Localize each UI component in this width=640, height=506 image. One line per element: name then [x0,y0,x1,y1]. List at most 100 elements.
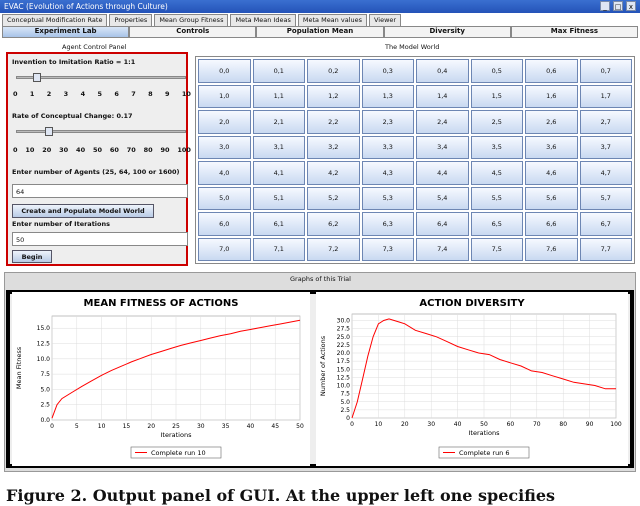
world-cell[interactable]: 7,1 [252,237,305,261]
change-rate-slider[interactable] [16,127,186,136]
world-cell[interactable]: 4,7 [579,161,632,185]
world-cell[interactable]: 6,6 [525,212,578,236]
world-cell[interactable]: 2,3 [361,110,414,134]
tab-population-mean[interactable]: Population Mean [256,26,384,38]
chart-title: ACTION DIVERSITY [419,298,525,309]
world-cell[interactable]: 3,6 [525,135,578,159]
world-cell[interactable]: 1,7 [579,84,632,108]
world-cell[interactable]: 7,3 [361,237,414,261]
world-cell[interactable]: 0,0 [198,59,251,83]
x-tick-label: 80 [559,421,567,428]
world-cell[interactable]: 0,1 [252,59,305,83]
world-cell[interactable]: 2,2 [307,110,360,134]
world-cell[interactable]: 6,5 [470,212,523,236]
world-cell[interactable]: 3,4 [416,135,469,159]
begin-button[interactable]: Begin [12,250,52,263]
world-cell[interactable]: 7,5 [470,237,523,261]
world-cell[interactable]: 1,1 [252,84,305,108]
world-cell[interactable]: 7,4 [416,237,469,261]
maximize-icon[interactable]: □ [613,1,623,11]
world-cell[interactable]: 0,4 [416,59,469,83]
world-cell[interactable]: 1,6 [525,84,578,108]
world-cell[interactable]: 3,2 [307,135,360,159]
world-cell[interactable]: 3,1 [252,135,305,159]
world-cell[interactable]: 5,0 [198,186,251,210]
world-cell[interactable]: 7,6 [525,237,578,261]
legend-label: Complete run 6 [459,449,510,457]
tab-diversity[interactable]: Diversity [383,26,511,38]
tab-viewer[interactable]: Viewer [369,14,402,26]
tab-meta-mean-values[interactable]: Meta Mean values [297,14,367,26]
world-cell[interactable]: 2,4 [416,110,469,134]
world-cell[interactable]: 1,4 [416,84,469,108]
world-cell[interactable]: 5,2 [307,186,360,210]
change-rate-tick: 70 [126,146,136,154]
x-tick-label: 5 [75,423,79,430]
world-cell[interactable]: 3,3 [361,135,414,159]
world-cell[interactable]: 0,7 [579,59,632,83]
agents-input[interactable]: 64 [12,184,188,198]
world-cell[interactable]: 5,1 [252,186,305,210]
model-world-title: The Model World [385,43,440,51]
world-cell[interactable]: 2,0 [198,110,251,134]
world-cell[interactable]: 3,7 [579,135,632,159]
world-cell[interactable]: 6,0 [198,212,251,236]
tab-mean-group-fitness[interactable]: Mean Group Fitness [154,14,229,26]
world-cell[interactable]: 0,6 [525,59,578,83]
tab-conceptual-modification-rate[interactable]: Conceptual Modification Rate [2,14,108,26]
world-cell[interactable]: 5,7 [579,186,632,210]
world-cell[interactable]: 5,3 [361,186,414,210]
world-cell[interactable]: 4,3 [361,161,414,185]
iterations-input[interactable]: 50 [12,232,188,246]
world-cell[interactable]: 1,5 [470,84,523,108]
world-cell[interactable]: 6,1 [252,212,305,236]
y-tick-label: 25.0 [337,334,351,341]
world-cell[interactable]: 3,0 [198,135,251,159]
world-cell[interactable]: 6,2 [307,212,360,236]
world-cell[interactable]: 6,7 [579,212,632,236]
world-cell[interactable]: 1,3 [361,84,414,108]
world-cell[interactable]: 6,3 [361,212,414,236]
world-cell[interactable]: 7,0 [198,237,251,261]
x-tick-label: 90 [586,421,594,428]
world-cell[interactable]: 4,0 [198,161,251,185]
world-cell[interactable]: 6,4 [416,212,469,236]
ratio-tick: 5 [97,90,102,98]
world-cell[interactable]: 4,2 [307,161,360,185]
y-tick-label: 5.0 [340,399,350,406]
world-cell[interactable]: 2,6 [525,110,578,134]
ratio-slider-thumb[interactable] [33,73,42,82]
world-cell[interactable]: 5,5 [470,186,523,210]
change-rate-slider-thumb[interactable] [44,127,53,136]
ratio-slider[interactable] [16,73,186,82]
close-icon[interactable]: x [626,1,636,11]
world-cell[interactable]: 7,7 [579,237,632,261]
world-cell[interactable]: 0,3 [361,59,414,83]
tab-properties[interactable]: Properties [109,14,153,26]
graphs-title: Graphs of this Trial [290,275,351,283]
x-tick-label: 20 [401,421,409,428]
world-cell[interactable]: 1,0 [198,84,251,108]
world-cell[interactable]: 4,5 [470,161,523,185]
tab-max-fitness[interactable]: Max Fitness [510,26,639,38]
world-cell[interactable]: 5,4 [416,186,469,210]
x-tick-label: 35 [222,423,230,430]
world-cell[interactable]: 0,5 [470,59,523,83]
world-cell[interactable]: 0,2 [307,59,360,83]
world-cell[interactable]: 2,1 [252,110,305,134]
world-cell[interactable]: 4,4 [416,161,469,185]
world-cell[interactable]: 2,7 [579,110,632,134]
legend-label: Complete run 10 [151,449,206,457]
world-cell[interactable]: 4,1 [252,161,305,185]
world-cell[interactable]: 5,6 [525,186,578,210]
tab-meta-mean-ideas[interactable]: Meta Mean Ideas [230,14,296,26]
world-cell[interactable]: 3,5 [470,135,523,159]
tab-experiment-lab[interactable]: Experiment Lab [2,26,130,38]
world-cell[interactable]: 7,2 [307,237,360,261]
minimize-icon[interactable]: _ [600,1,610,11]
create-world-button[interactable]: Create and Populate Model World [12,204,154,218]
world-cell[interactable]: 1,2 [307,84,360,108]
world-cell[interactable]: 2,5 [470,110,523,134]
tab-controls[interactable]: Controls [129,26,257,38]
world-cell[interactable]: 4,6 [525,161,578,185]
